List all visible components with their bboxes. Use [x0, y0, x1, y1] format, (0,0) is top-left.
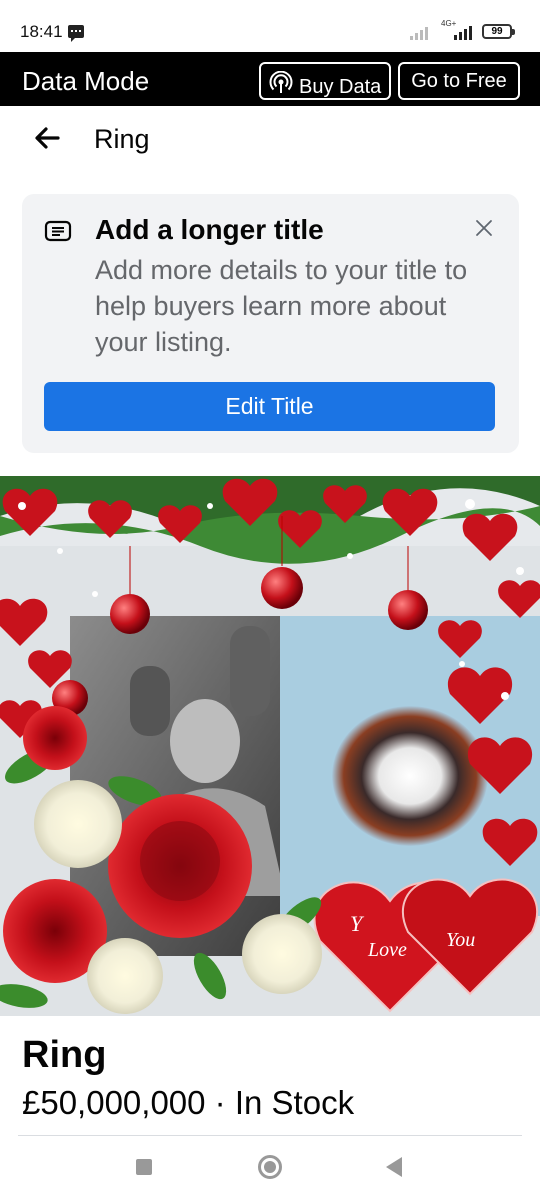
divider: [18, 1135, 522, 1136]
go-to-free-button[interactable]: Go to Free: [398, 62, 520, 100]
back-arrow-icon[interactable]: [34, 126, 60, 150]
recent-apps-icon[interactable]: [136, 1159, 152, 1175]
listing-title: Ring: [22, 1034, 107, 1076]
longer-title-banner: Add a longer title Add more details to y…: [22, 194, 519, 453]
banner-body: Add more details to your title to help b…: [95, 255, 468, 357]
system-nav-bar: [0, 1140, 540, 1200]
photo-collage: Y Love You: [0, 476, 540, 1016]
buy-data-button[interactable]: Buy Data: [259, 62, 391, 100]
status-bar: 18:41 4G+ 99: [0, 0, 540, 52]
close-icon[interactable]: [474, 218, 494, 238]
data-mode-title: Data Mode: [22, 66, 150, 96]
page-title: Ring: [94, 124, 150, 154]
text-lines-icon: [44, 220, 72, 242]
signal-strength-icon: [440, 24, 474, 40]
data-mode-bar: Data Mode Buy Data Go to Free: [0, 52, 540, 106]
buy-data-label: Buy Data: [299, 76, 382, 98]
battery-icon: 99: [482, 24, 515, 39]
banner-title: Add a longer title: [95, 214, 324, 245]
message-notification-icon: [68, 25, 84, 42]
listing-photo[interactable]: Y Love You: [0, 476, 540, 1016]
heart-text-love: Love: [367, 939, 407, 961]
nav-back-icon[interactable]: [386, 1157, 402, 1177]
home-icon[interactable]: [258, 1155, 282, 1179]
listing-price-status: £50,000,000 · In Stock: [22, 1084, 355, 1121]
page-header: Ring: [0, 106, 540, 172]
status-time: 18:41: [20, 22, 63, 41]
signal-empty-icon: [410, 24, 432, 40]
edit-title-button[interactable]: Edit Title: [44, 382, 495, 431]
broadcast-icon: [269, 71, 293, 93]
heart-text-you: You: [446, 929, 475, 951]
